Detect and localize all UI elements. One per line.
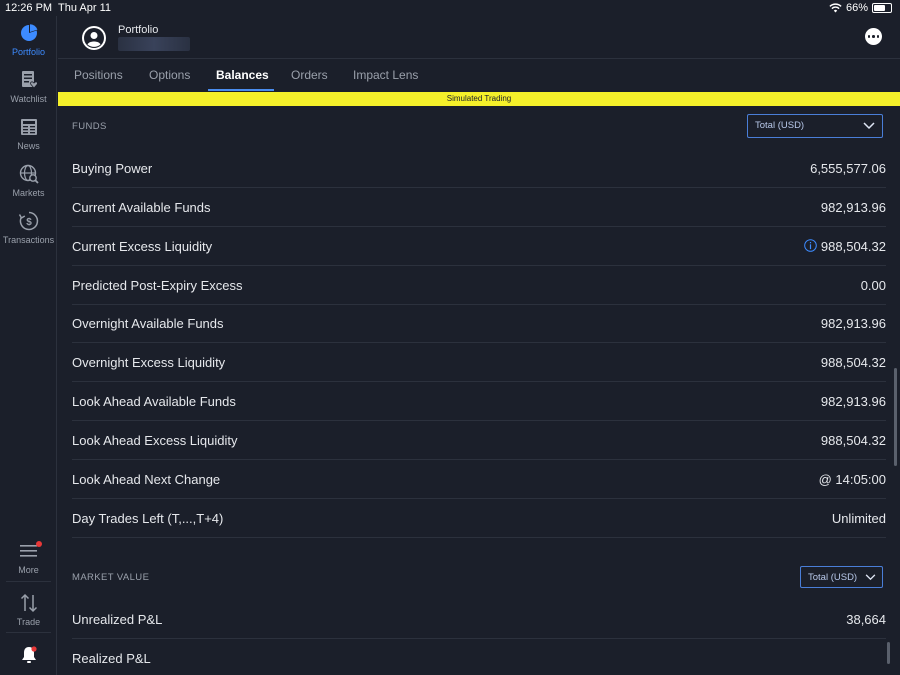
sidebar-item-portfolio[interactable]: Portfolio xyxy=(0,22,57,57)
active-tab-indicator xyxy=(208,89,274,91)
sidebar-item-label: Transactions xyxy=(2,235,55,245)
tab-impact-lens[interactable]: Impact Lens xyxy=(353,68,418,82)
balance-row-unrealized-p-l[interactable]: Unrealized P&L 38,664 xyxy=(72,600,886,639)
balance-value: Unlimited xyxy=(831,510,886,526)
balance-label: Current Available Funds xyxy=(72,199,211,215)
notification-dot xyxy=(36,541,42,547)
dropdown-value: Total (USD) xyxy=(808,572,858,583)
status-right: 66% xyxy=(829,2,892,14)
sidebar: Portfolio Watchlist News Markets $ Trans… xyxy=(0,16,57,675)
sidebar-item-label: Trade xyxy=(16,617,41,627)
balance-row-predicted-post-expiry-excess[interactable]: Predicted Post-Expiry Excess 0.00 xyxy=(72,266,886,305)
more-options-button[interactable] xyxy=(865,28,882,45)
bell-icon xyxy=(21,646,37,663)
balance-row-look-ahead-excess-liquidity[interactable]: Look Ahead Excess Liquidity 988,504.32 xyxy=(72,421,886,460)
globe-search-icon xyxy=(19,164,39,184)
watchlist-icon xyxy=(21,71,38,89)
balance-row-day-trades-left-t-t-4[interactable]: Day Trades Left (T,...,T+4) Unlimited xyxy=(72,499,886,538)
funds-section-label: FUNDS xyxy=(72,121,107,132)
battery-icon xyxy=(872,3,892,13)
sidebar-item-label: News xyxy=(17,141,40,151)
status-bar: 12:26 PM Thu Apr 11 66% xyxy=(0,0,900,16)
sidebar-item-trade[interactable]: Trade xyxy=(0,592,57,627)
balance-label: Predicted Post-Expiry Excess xyxy=(72,277,243,293)
balance-value: 6,555,577.06 xyxy=(810,161,886,176)
balance-value: 38,664 xyxy=(846,612,886,627)
sidebar-item-label: More xyxy=(18,565,39,575)
balance-row-current-excess-liquidity[interactable]: Current Excess Liquidity 988,504.32 xyxy=(72,227,886,266)
balance-label: Day Trades Left (T,...,T+4) xyxy=(72,510,224,526)
balance-value: @ 14:05:00 xyxy=(818,471,886,487)
balance-value: 982,913.96 xyxy=(820,394,886,410)
dollar-clock-icon: $ xyxy=(18,211,38,231)
newspaper-icon xyxy=(20,119,37,135)
user-icon xyxy=(84,28,104,48)
balance-row-current-available-funds[interactable]: Current Available Funds 982,913.96 xyxy=(72,188,886,227)
balance-label: Look Ahead Available Funds xyxy=(72,394,236,410)
account-id-redacted xyxy=(118,37,190,51)
balance-label: Current Excess Liquidity xyxy=(72,238,213,254)
sidebar-item-label: Watchlist xyxy=(10,94,47,104)
dot-icon xyxy=(876,35,880,38)
svg-text:$: $ xyxy=(26,217,32,228)
balance-value: 0.00 xyxy=(860,277,886,293)
balance-value: 988,504.32 xyxy=(820,355,886,371)
sidebar-item-more[interactable]: More xyxy=(0,540,57,575)
tab-options[interactable]: Options xyxy=(149,68,190,82)
scrollbar[interactable] xyxy=(887,642,890,664)
sidebar-divider xyxy=(6,632,51,633)
balance-row-overnight-available-funds[interactable]: Overnight Available Funds 982,913.96 xyxy=(72,304,886,344)
balance-label: Look Ahead Excess Liquidity xyxy=(72,432,238,448)
avatar[interactable] xyxy=(82,26,106,50)
balance-label: Look Ahead Next Change xyxy=(72,471,221,487)
tab-positions[interactable]: Positions xyxy=(74,68,123,82)
dropdown-value: Total (USD) xyxy=(755,120,805,131)
balance-row-look-ahead-next-change[interactable]: Look Ahead Next Change @ 14:05:00 xyxy=(72,460,886,499)
sidebar-item-transactions[interactable]: $ Transactions xyxy=(0,210,57,245)
wifi-icon xyxy=(829,3,842,13)
sidebar-item-news[interactable]: News xyxy=(0,116,57,151)
scrollbar[interactable] xyxy=(894,368,897,466)
portfolio-tabs: Positions Options Balances Orders Impact… xyxy=(58,59,900,92)
pie-chart-icon xyxy=(20,24,37,41)
info-icon[interactable] xyxy=(804,238,817,252)
dot-icon xyxy=(867,35,871,38)
market-value-currency-dropdown[interactable]: Total (USD) xyxy=(800,566,883,588)
balance-label: Buying Power xyxy=(72,161,153,176)
sidebar-item-watchlist[interactable]: Watchlist xyxy=(0,69,57,104)
balance-value: 988,504.32 xyxy=(820,432,886,448)
balance-label: Realized P&L xyxy=(72,650,151,666)
balance-row-look-ahead-available-funds[interactable]: Look Ahead Available Funds 982,913.96 xyxy=(72,382,886,422)
balance-label: Overnight Available Funds xyxy=(72,316,224,332)
balance-value: 982,913.96 xyxy=(820,316,886,332)
sidebar-item-markets[interactable]: Markets xyxy=(0,163,57,198)
status-date: Thu Apr 11 xyxy=(58,2,111,14)
chevron-down-icon xyxy=(865,574,876,581)
account-title[interactable]: Portfolio xyxy=(118,24,158,36)
sidebar-divider xyxy=(6,581,51,582)
chevron-down-icon xyxy=(863,122,875,130)
up-down-arrows-icon xyxy=(20,593,37,613)
battery-percent: 66% xyxy=(845,2,868,14)
account-header: Portfolio xyxy=(58,16,900,59)
tab-orders[interactable]: Orders xyxy=(291,68,328,82)
sidebar-item-label: Portfolio xyxy=(11,47,46,57)
sidebar-item-label: Markets xyxy=(12,188,45,198)
balance-row-buying-power[interactable]: Buying Power 6,555,577.06 xyxy=(72,149,886,188)
balance-value: 988,504.32 xyxy=(820,238,886,254)
sidebar-item-alerts[interactable] xyxy=(0,644,57,669)
dot-icon xyxy=(872,35,875,38)
balance-row-overnight-excess-liquidity[interactable]: Overnight Excess Liquidity 988,504.32 xyxy=(72,343,886,383)
simulated-trading-banner: Simulated Trading xyxy=(58,92,900,106)
status-time: 12:26 PM xyxy=(5,2,53,14)
funds-currency-dropdown[interactable]: Total (USD) xyxy=(747,114,883,138)
balance-label: Unrealized P&L xyxy=(72,612,163,627)
market-value-section-label: MARKET VALUE xyxy=(72,572,150,583)
balance-row-realized-p-l[interactable]: Realized P&L xyxy=(72,639,886,675)
balance-label: Overnight Excess Liquidity xyxy=(72,355,226,371)
balance-value: 982,913.96 xyxy=(820,199,886,215)
tab-balances[interactable]: Balances xyxy=(216,68,269,82)
